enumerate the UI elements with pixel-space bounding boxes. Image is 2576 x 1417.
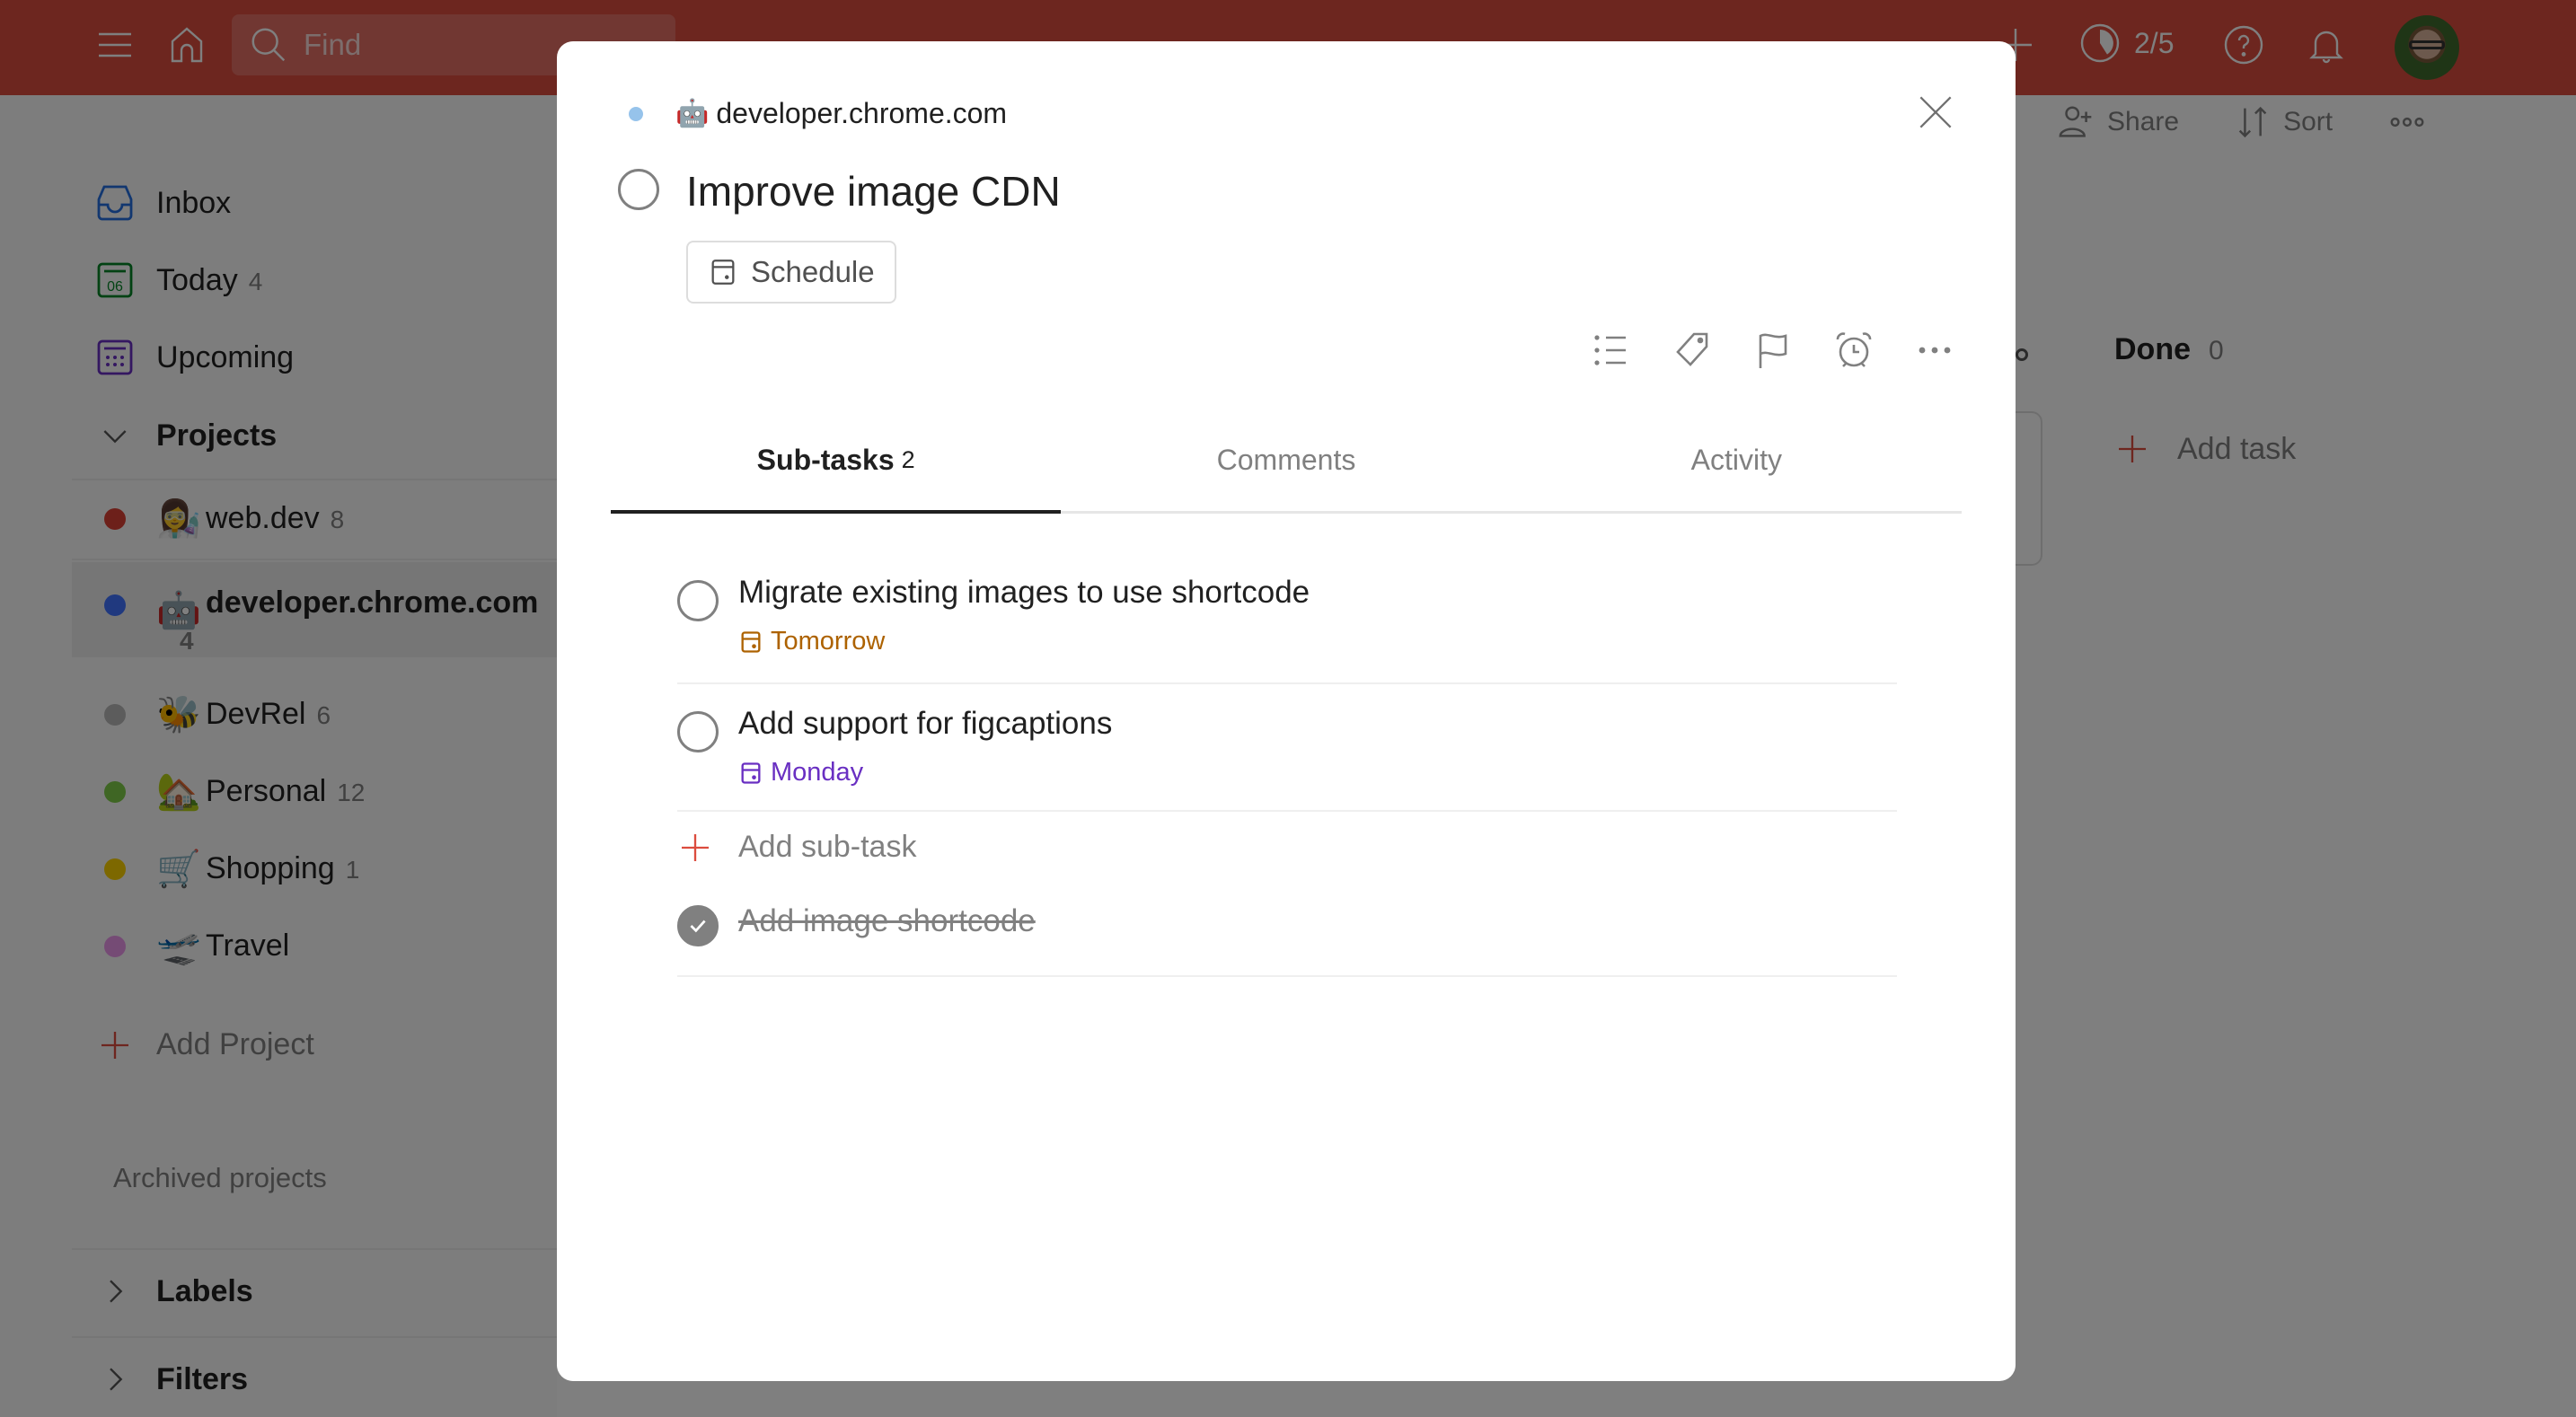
tab-sub-tasks[interactable]: Sub-tasks 2 xyxy=(611,409,1062,514)
close-button[interactable] xyxy=(1913,90,1958,135)
add-subtask-list-button[interactable] xyxy=(1590,329,1633,372)
subtask-checkbox[interactable] xyxy=(677,580,719,621)
subtask-title[interactable]: Add support for figcaptions xyxy=(738,706,1112,742)
tab-count: 2 xyxy=(901,446,915,473)
more-actions-button[interactable] xyxy=(1913,329,1956,372)
labels-button[interactable] xyxy=(1671,329,1714,372)
calendar-icon xyxy=(711,260,735,285)
priority-flag-icon xyxy=(1759,333,1787,368)
subtask-due-date[interactable]: Tomorrow xyxy=(738,627,885,656)
subtask-title[interactable]: Migrate existing images to use shortcode xyxy=(738,575,1310,611)
reminders-button[interactable] xyxy=(1832,329,1875,372)
tab-comments[interactable]: Comments xyxy=(1061,409,1511,511)
reminder-alarm-icon xyxy=(1836,332,1872,367)
tab-label: Comments xyxy=(1216,444,1356,476)
subtask-checkbox-checked[interactable] xyxy=(677,905,719,946)
tab-label: Activity xyxy=(1690,444,1782,476)
label-tag-icon xyxy=(1676,332,1708,366)
project-breadcrumb[interactable]: 🤖 developer.chrome.com xyxy=(629,97,1007,130)
schedule-button[interactable]: Schedule xyxy=(686,241,896,304)
checkmark-icon xyxy=(690,920,706,933)
sub-task-list-icon xyxy=(1594,335,1626,365)
subtask-list: Migrate existing images to use shortcode… xyxy=(677,544,1897,977)
task-title[interactable]: Improve image CDN xyxy=(686,167,1061,216)
project-emoji: 🤖 xyxy=(675,99,710,128)
subtask-due-date[interactable]: Monday xyxy=(738,758,863,788)
subtask-checkbox[interactable] xyxy=(677,711,719,753)
plus-icon xyxy=(682,834,709,861)
tab-label: Sub-tasks xyxy=(756,444,895,476)
schedule-label: Schedule xyxy=(751,255,875,288)
task-toolbar xyxy=(1590,329,1956,372)
subtask-item[interactable]: Migrate existing images to use shortcode… xyxy=(677,544,1897,684)
task-tabs: Sub-tasks 2 Comments Activity xyxy=(611,409,1962,514)
tab-activity[interactable]: Activity xyxy=(1512,409,1962,511)
due-label: Tomorrow xyxy=(771,627,886,656)
calendar-icon xyxy=(741,761,761,784)
close-icon xyxy=(1919,96,1952,128)
more-icon xyxy=(1919,347,1951,354)
subtask-item[interactable]: Add support for figcaptions Monday xyxy=(677,684,1897,812)
priority-button[interactable] xyxy=(1751,329,1795,372)
calendar-icon xyxy=(741,630,761,653)
add-subtask-label: Add sub-task xyxy=(738,830,917,864)
task-complete-checkbox[interactable] xyxy=(618,169,659,210)
due-label: Monday xyxy=(771,758,864,787)
add-subtask-button[interactable]: Add sub-task xyxy=(677,812,1897,885)
subtask-title[interactable]: Add image shortcode xyxy=(738,903,1036,939)
project-color-dot xyxy=(629,106,643,121)
project-name: developer.chrome.com xyxy=(716,97,1008,129)
task-detail-modal: 🤖 developer.chrome.com Improve image CDN… xyxy=(557,41,2016,1381)
completed-subtask-item[interactable]: Add image shortcode xyxy=(677,885,1897,977)
